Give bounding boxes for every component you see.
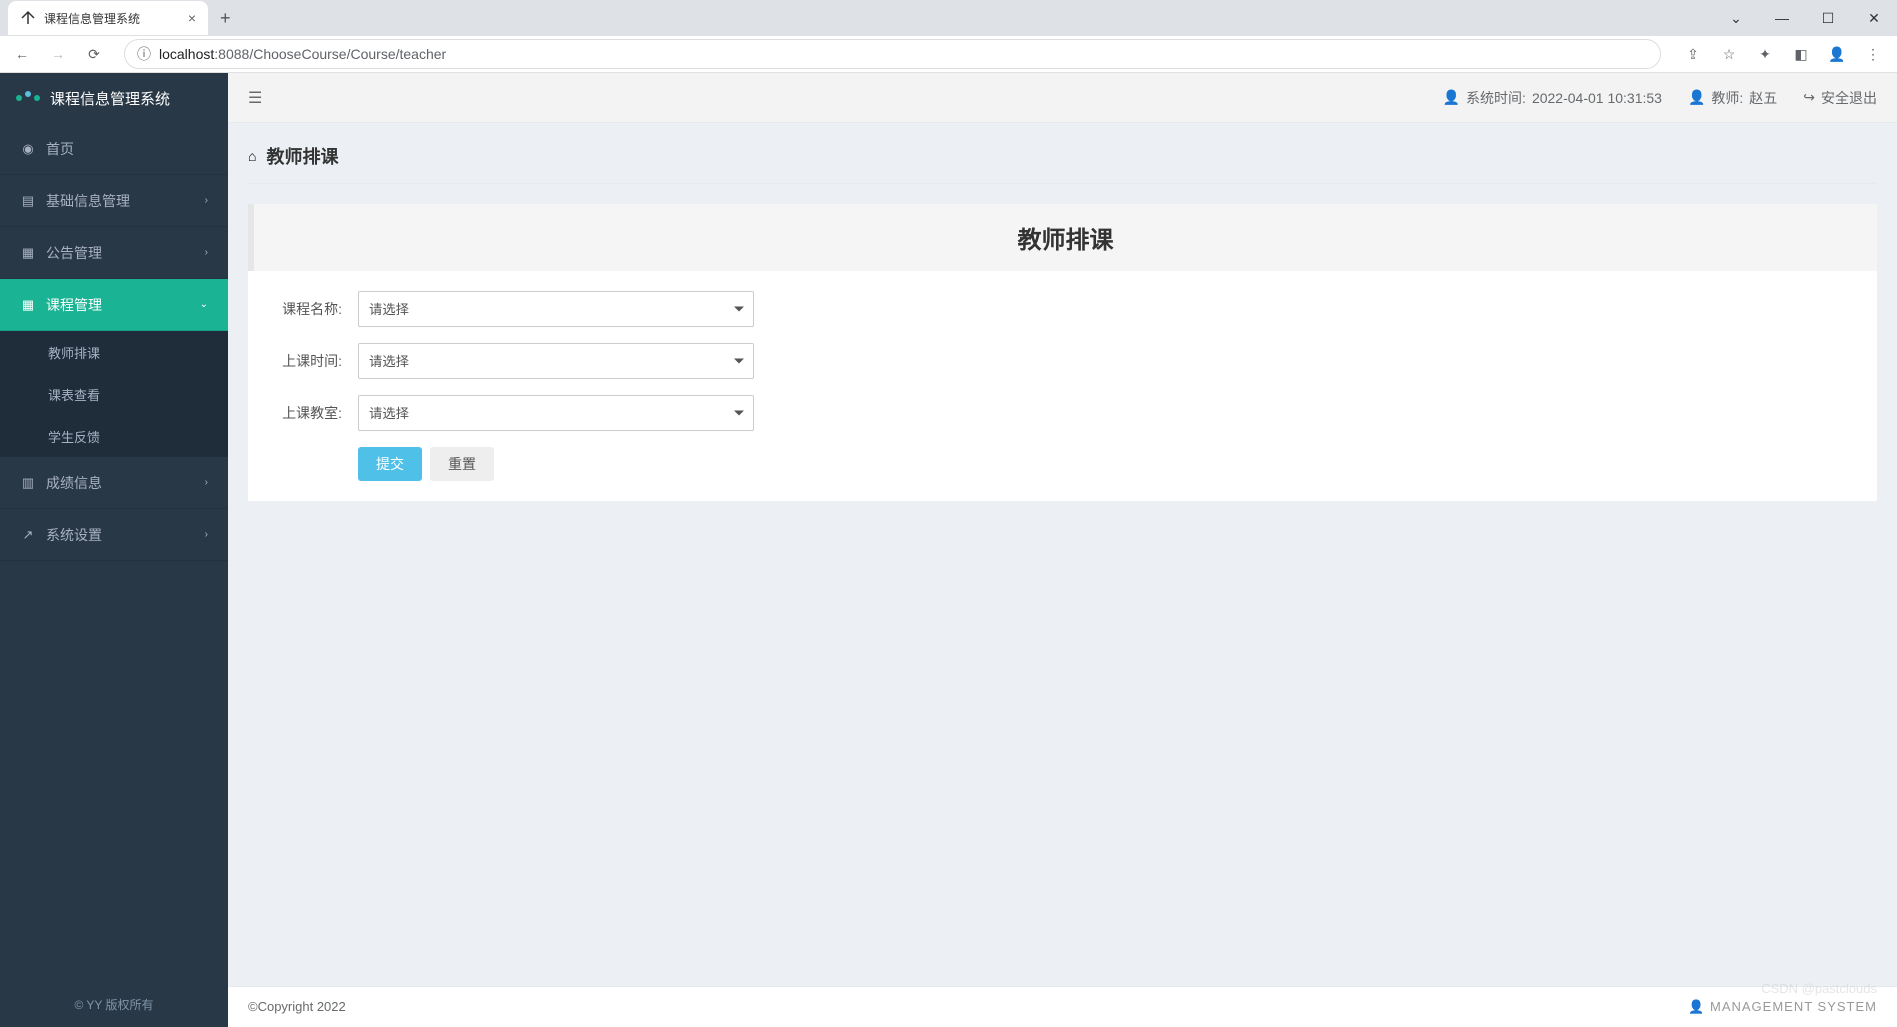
select-classroom[interactable]: 请选择	[358, 395, 754, 431]
window-controls: ⌄ — ☐ ✕	[1713, 0, 1897, 36]
chevron-right-icon: ›	[205, 477, 208, 488]
sidebar-header: 课程信息管理系统	[0, 73, 228, 123]
user-icon: 👤	[1443, 89, 1460, 106]
select-course-name[interactable]: 请选择	[358, 291, 754, 327]
extensions-icon[interactable]: ✦	[1749, 38, 1781, 70]
menu-icon[interactable]: ⋮	[1857, 38, 1889, 70]
form: 课程名称: 请选择 上课时间: 请选择	[248, 291, 1877, 501]
share-icon[interactable]: ⇪	[1677, 38, 1709, 70]
watermark: CSDN @pastclouds	[1761, 981, 1877, 996]
tab-bar: 课程信息管理系统 × + ⌄ — ☐ ✕	[0, 0, 1897, 36]
new-tab-button[interactable]: +	[220, 8, 231, 29]
sidebar-menu: ◉ 首页 ▤ 基础信息管理 › ▦ 公告管理 › ▦ 课程管理 ⌄ 教师排课 课…	[0, 123, 228, 982]
form-actions: 提交 重置	[268, 447, 1857, 481]
chevron-right-icon: ›	[205, 195, 208, 206]
star-icon[interactable]: ☆	[1713, 38, 1745, 70]
logout-button[interactable]: ↪ 安全退出	[1803, 88, 1877, 108]
label-class-time: 上课时间:	[268, 351, 358, 371]
tab-close-icon[interactable]: ×	[188, 10, 196, 26]
page-title: 教师排课	[266, 143, 338, 169]
sidebar-item-grades[interactable]: ▥ 成绩信息 ›	[0, 457, 228, 509]
submenu-teacher-schedule[interactable]: 教师排课	[0, 331, 228, 373]
tab-title: 课程信息管理系统	[44, 10, 180, 27]
home-icon: ⌂	[248, 148, 256, 164]
info-icon: ⓘ	[137, 44, 151, 64]
chevron-down-icon[interactable]: ⌄	[1713, 0, 1759, 36]
close-button[interactable]: ✕	[1851, 0, 1897, 36]
sidebar: 课程信息管理系统 ◉ 首页 ▤ 基础信息管理 › ▦ 公告管理 › ▦ 课程管理…	[0, 73, 228, 1027]
panel-title: 教师排课	[270, 220, 1861, 255]
th-list-icon: ▤	[20, 193, 36, 209]
sidebar-item-basic-info[interactable]: ▤ 基础信息管理 ›	[0, 175, 228, 227]
app: 课程信息管理系统 ◉ 首页 ▤ 基础信息管理 › ▦ 公告管理 › ▦ 课程管理…	[0, 73, 1897, 1027]
panel-header: 教师排课	[248, 204, 1877, 271]
form-row-class-time: 上课时间: 请选择	[268, 343, 1857, 379]
maximize-button[interactable]: ☐	[1805, 0, 1851, 36]
sidebar-item-home[interactable]: ◉ 首页	[0, 123, 228, 175]
tab-favicon	[20, 10, 36, 26]
sidepanel-icon[interactable]: ◧	[1785, 38, 1817, 70]
forward-button[interactable]: →	[44, 40, 72, 68]
url-bar[interactable]: ⓘ localhost:8088/ChooseCourse/Course/tea…	[124, 39, 1661, 69]
sidebar-item-settings[interactable]: ↗ 系统设置 ›	[0, 509, 228, 561]
submenu-course: 教师排课 课表查看 学生反馈	[0, 331, 228, 457]
browser-chrome: 课程信息管理系统 × + ⌄ — ☐ ✕ ← → ⟳ ⓘ localhost:8…	[0, 0, 1897, 73]
label-course-name: 课程名称:	[268, 299, 358, 319]
user-icon: 👤	[1688, 89, 1705, 106]
submit-button[interactable]: 提交	[358, 447, 422, 481]
footer: ©Copyright 2022 👤 MANAGEMENT SYSTEM	[228, 986, 1897, 1027]
bar-chart-icon: ▥	[20, 475, 36, 491]
dashboard-icon: ◉	[20, 141, 36, 157]
toolbar-icons: ⇪ ☆ ✦ ◧ 👤 ⋮	[1677, 38, 1889, 70]
reset-button[interactable]: 重置	[430, 447, 494, 481]
topbar: ☰ 👤 系统时间:2022-04-01 10:31:53 👤 教师:赵五 ↪ 安…	[228, 73, 1897, 123]
nav-bar: ← → ⟳ ⓘ localhost:8088/ChooseCourse/Cour…	[0, 36, 1897, 72]
url-text: localhost:8088/ChooseCourse/Course/teach…	[159, 46, 1648, 62]
table-icon: ▦	[20, 297, 36, 313]
select-class-time[interactable]: 请选择	[358, 343, 754, 379]
chevron-down-icon: ⌄	[200, 299, 208, 310]
page-header: ⌂ 教师排课	[248, 143, 1877, 184]
logout-icon: ↪	[1803, 89, 1815, 106]
user-icon: 👤	[1688, 999, 1705, 1014]
footer-copyright: ©Copyright 2022	[248, 999, 346, 1015]
browser-tab[interactable]: 课程信息管理系统 ×	[8, 1, 208, 35]
system-time: 👤 系统时间:2022-04-01 10:31:53	[1443, 88, 1662, 108]
panel: 教师排课 课程名称: 请选择 上课时间:	[248, 204, 1877, 501]
chevron-right-icon: ›	[205, 247, 208, 258]
form-row-course-name: 课程名称: 请选择	[268, 291, 1857, 327]
content: ⌂ 教师排课 教师排课 课程名称: 请选择	[228, 123, 1897, 986]
submenu-timetable[interactable]: 课表查看	[0, 373, 228, 415]
logo-icon	[16, 95, 40, 101]
sidebar-item-announce[interactable]: ▦ 公告管理 ›	[0, 227, 228, 279]
form-row-classroom: 上课教室: 请选择	[268, 395, 1857, 431]
user-info: 👤 教师:赵五	[1688, 88, 1777, 108]
external-icon: ↗	[20, 527, 36, 543]
sidebar-item-course[interactable]: ▦ 课程管理 ⌄	[0, 279, 228, 331]
profile-icon[interactable]: 👤	[1821, 38, 1853, 70]
minimize-button[interactable]: —	[1759, 0, 1805, 36]
hamburger-icon[interactable]: ☰	[248, 88, 262, 108]
topbar-right: 👤 系统时间:2022-04-01 10:31:53 👤 教师:赵五 ↪ 安全退…	[1443, 88, 1877, 108]
chevron-right-icon: ›	[205, 529, 208, 540]
main: ☰ 👤 系统时间:2022-04-01 10:31:53 👤 教师:赵五 ↪ 安…	[228, 73, 1897, 1027]
back-button[interactable]: ←	[8, 40, 36, 68]
reload-button[interactable]: ⟳	[80, 40, 108, 68]
submenu-feedback[interactable]: 学生反馈	[0, 415, 228, 457]
label-classroom: 上课教室:	[268, 403, 358, 423]
sidebar-footer: © YY 版权所有	[0, 982, 228, 1027]
app-name: 课程信息管理系统	[50, 88, 170, 109]
footer-right: 👤 MANAGEMENT SYSTEM	[1688, 999, 1877, 1015]
calendar-icon: ▦	[20, 245, 36, 261]
